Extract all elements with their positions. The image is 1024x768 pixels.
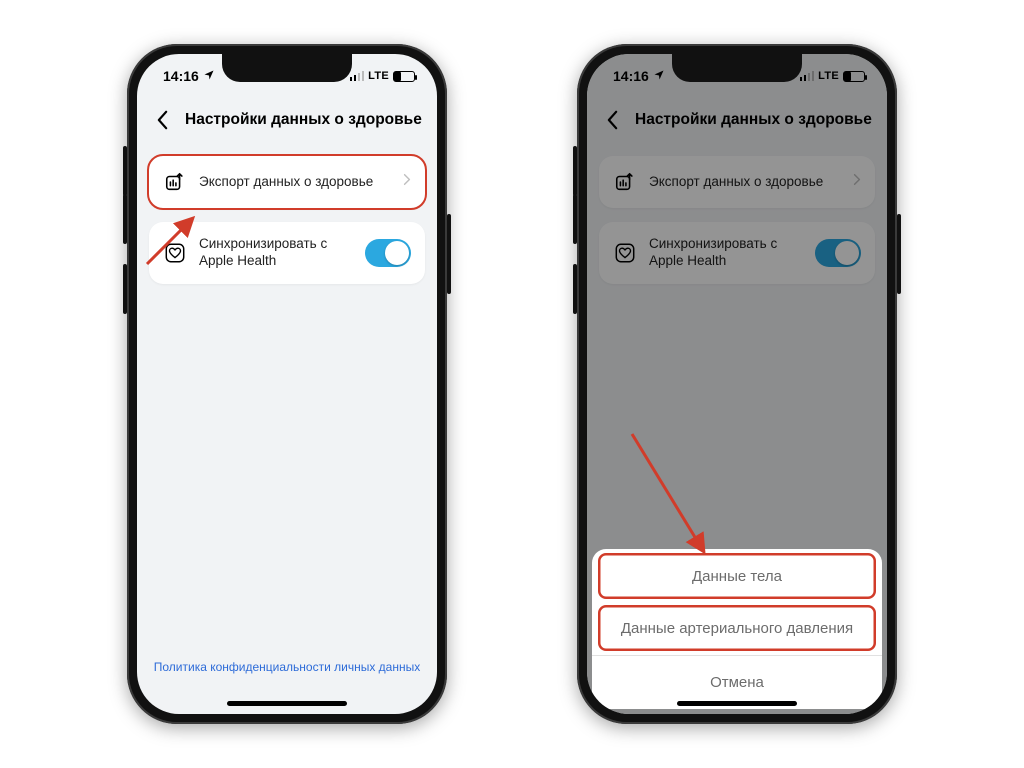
privacy-policy-link[interactable]: Политика конфиденциальности личных данны… [137, 660, 437, 674]
sync-row-label: Синхронизировать с Apple Health [199, 236, 353, 270]
device-right: 14:16 LTE Настройки данных о здоровье [577, 44, 897, 724]
cellular-signal-icon [350, 71, 365, 81]
location-icon [203, 68, 215, 84]
notch [672, 54, 802, 82]
notch [222, 54, 352, 82]
back-button[interactable] [145, 110, 179, 130]
action-sheet-option-body-data[interactable]: Данные тела [598, 553, 876, 599]
battery-icon [393, 71, 415, 82]
action-sheet: Данные тела Данные артериального давлени… [592, 549, 882, 709]
sync-apple-health-row: Синхронизировать с Apple Health [149, 222, 425, 284]
page-title: Настройки данных о здоровье [185, 111, 422, 129]
chevron-right-icon [403, 173, 411, 191]
sync-toggle[interactable] [365, 239, 411, 267]
chevron-left-icon [156, 110, 169, 130]
network-label: LTE [368, 70, 389, 82]
page-header: Настройки данных о здоровье [137, 98, 437, 142]
export-row-label: Экспорт данных о здоровье [199, 174, 391, 191]
status-time: 14:16 [163, 68, 199, 84]
action-sheet-option-bp-data[interactable]: Данные артериального давления [598, 605, 876, 651]
home-indicator[interactable] [677, 701, 797, 706]
device-left: 14:16 LTE Настройки данных о здоровье [127, 44, 447, 724]
heart-icon [163, 241, 187, 265]
export-icon [163, 170, 187, 194]
export-health-data-row[interactable]: Экспорт данных о здоровье [149, 156, 425, 208]
home-indicator[interactable] [227, 701, 347, 706]
